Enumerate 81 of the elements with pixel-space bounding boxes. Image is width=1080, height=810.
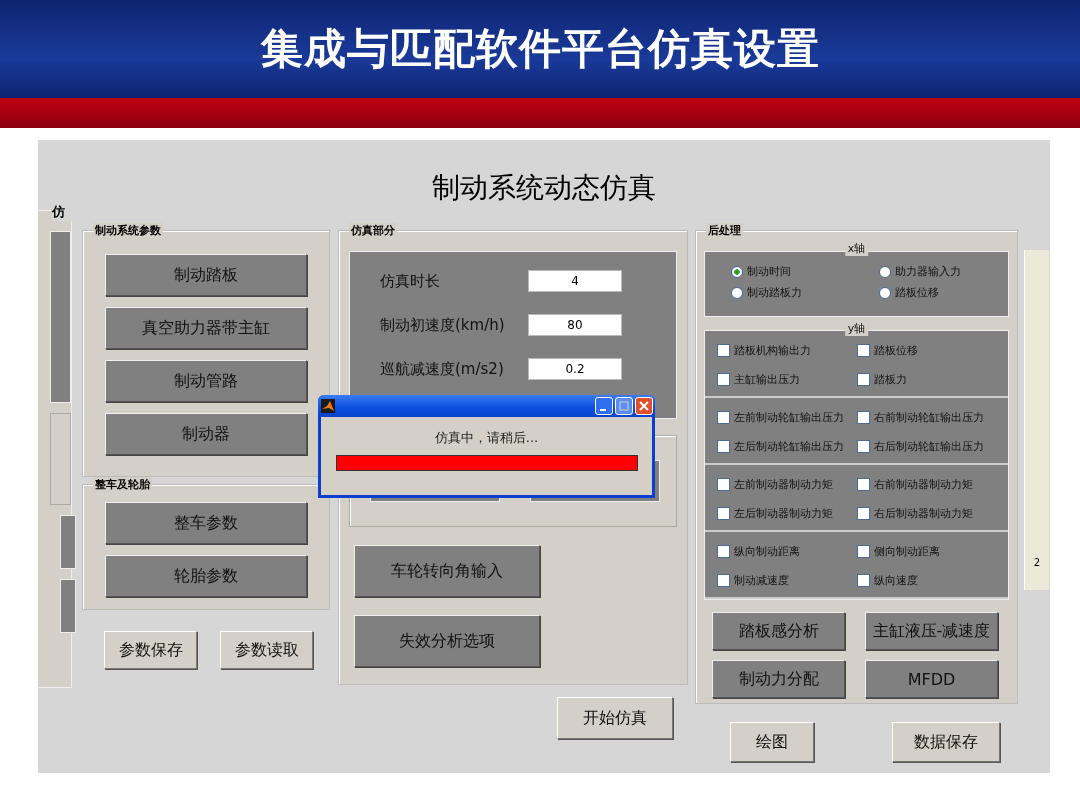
axis-tick-label: 2: [1033, 557, 1041, 570]
radio-icon[interactable]: [879, 286, 891, 299]
checkbox-option[interactable]: 右后制动轮缸输出压力: [857, 439, 1007, 454]
radio-icon[interactable]: [731, 286, 743, 299]
param-button[interactable]: 真空助力器带主缸: [105, 307, 307, 349]
action-button[interactable]: 绘图: [730, 722, 814, 762]
checkbox[interactable]: [717, 411, 730, 424]
checkbox-option[interactable]: 左前制动器制动力矩: [717, 477, 857, 492]
checkbox[interactable]: [857, 344, 870, 357]
checkbox-option[interactable]: 右后制动器制动力矩: [857, 506, 1007, 521]
action-button[interactable]: 参数读取: [220, 631, 313, 669]
param-button[interactable]: 轮胎参数: [105, 555, 307, 597]
analysis-button[interactable]: 主缸液压-减速度: [865, 612, 998, 650]
minimize-button[interactable]: [595, 397, 613, 415]
close-button[interactable]: [635, 397, 653, 415]
checkbox[interactable]: [857, 507, 870, 520]
maximize-button[interactable]: [615, 397, 633, 415]
input-field[interactable]: 80: [528, 314, 622, 336]
checkbox-option[interactable]: 踏板力: [857, 372, 1007, 387]
checkbox[interactable]: [717, 373, 730, 386]
analysis-button[interactable]: 制动力分配: [712, 660, 845, 698]
checkbox-option[interactable]: 右前制动器制动力矩: [857, 477, 1007, 492]
checkbox-option[interactable]: 侧向制动距离: [857, 544, 1007, 559]
checkbox[interactable]: [717, 545, 730, 558]
checkbox-option[interactable]: 右前制动轮缸输出压力: [857, 410, 1007, 425]
checkbox[interactable]: [857, 373, 870, 386]
radio-option[interactable]: 助力器输入力: [879, 264, 1019, 279]
option-button[interactable]: 车轮转向角输入: [354, 545, 540, 597]
action-button[interactable]: 数据保存: [892, 722, 1000, 762]
panel-label: 仿: [52, 203, 72, 221]
checkbox-option[interactable]: 左后制动轮缸输出压力: [717, 439, 857, 454]
input-field[interactable]: 0.2: [528, 358, 622, 380]
checkbox[interactable]: [717, 344, 730, 357]
checkbox[interactable]: [717, 574, 730, 587]
field-label: 仿真时长: [380, 271, 441, 291]
checkbox-option[interactable]: 左前制动轮缸输出压力: [717, 410, 857, 425]
checkbox[interactable]: [717, 507, 730, 520]
checkbox-option[interactable]: 踏板位移: [857, 343, 1007, 358]
param-button[interactable]: 整车参数: [105, 502, 307, 544]
input-field[interactable]: 4: [528, 270, 622, 292]
action-button[interactable]: 参数保存: [104, 631, 197, 669]
param-button[interactable]: 制动踏板: [105, 254, 307, 296]
panel-label: 后处理: [706, 223, 743, 238]
window-heading: 制动系统动态仿真: [432, 170, 656, 206]
checkbox[interactable]: [857, 411, 870, 424]
group-label: x轴: [844, 241, 869, 256]
panel-label: 制动系统参数: [93, 223, 163, 238]
checkbox[interactable]: [857, 478, 870, 491]
panel-label: 整车及轮胎: [93, 477, 152, 492]
checkbox-option[interactable]: 主缸输出压力: [717, 372, 857, 387]
field-label: 巡航减速度(m/s2): [380, 359, 505, 379]
slide-title: 集成与匹配软件平台仿真设置: [260, 23, 820, 75]
checkbox[interactable]: [857, 440, 870, 453]
app-logo-icon: [321, 399, 335, 413]
checkbox-option[interactable]: 左后制动器制动力矩: [717, 506, 857, 521]
radio-option[interactable]: 制动时间: [731, 264, 879, 279]
radio-icon[interactable]: [879, 265, 891, 278]
checkbox-option[interactable]: 纵向速度: [857, 573, 1007, 588]
checkbox[interactable]: [717, 478, 730, 491]
param-button[interactable]: 制动管路: [105, 360, 307, 402]
field-label: 制动初速度(km/h): [380, 315, 506, 335]
param-button[interactable]: 制动器: [105, 413, 307, 455]
start-simulation-button[interactable]: 开始仿真: [557, 697, 673, 739]
radio-option[interactable]: 踏板位移: [879, 285, 1019, 300]
checkbox-option[interactable]: 踏板机构输出力: [717, 343, 857, 358]
checkbox-option[interactable]: 纵向制动距离: [717, 544, 857, 559]
maximize-icon: [619, 401, 629, 411]
radio-option[interactable]: 制动踏板力: [731, 285, 879, 300]
group-label: y轴: [844, 321, 869, 336]
progress-message: 仿真中，请稍后...: [434, 429, 539, 447]
checkbox[interactable]: [857, 545, 870, 558]
checkbox-option[interactable]: 制动减速度: [717, 573, 857, 588]
panel-label: 仿真部分: [349, 223, 397, 238]
option-button[interactable]: 失效分析选项: [354, 615, 540, 667]
close-icon: [639, 401, 649, 411]
analysis-button[interactable]: 踏板感分析: [712, 612, 845, 650]
radio-icon[interactable]: [731, 265, 743, 278]
minimize-icon: [600, 409, 606, 411]
checkbox[interactable]: [717, 440, 730, 453]
analysis-button[interactable]: MFDD: [865, 660, 998, 698]
checkbox[interactable]: [857, 574, 870, 587]
